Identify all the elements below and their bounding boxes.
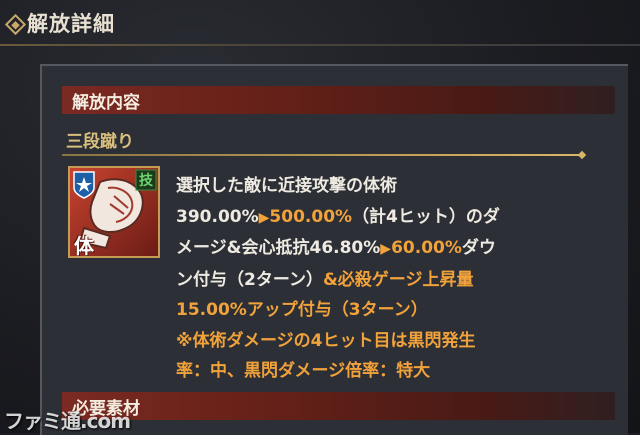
description-text: （計4ヒット）のダ: [352, 206, 500, 227]
skill-icon[interactable]: 技 体: [68, 166, 160, 258]
description-text: ダウ: [461, 238, 496, 258]
description-line: 率：中、黒閃ダメージ倍率：特大: [176, 356, 596, 387]
page-title: 解放詳細: [27, 12, 115, 36]
header: 解放詳細: [0, 0, 640, 50]
highlight-value: 500.00%: [269, 206, 353, 227]
description-line: メージ&会心抵抗46.80%▶60.00%ダウ: [176, 233, 596, 265]
description-line: ※体術ダメージの4ヒット目は黒閃発生: [176, 326, 596, 357]
unlock-content-header: 解放内容: [62, 86, 615, 114]
skill-type-label: 体: [74, 234, 94, 258]
arrow-icon: ▶: [258, 209, 270, 226]
skill-name-divider: [62, 154, 582, 156]
skill-badge: 技: [139, 173, 153, 189]
description-line: 390.00%▶500.00%（計4ヒット）のダ: [176, 202, 596, 234]
highlight-text: 率：中、黒閃ダメージ倍率：特大: [176, 361, 431, 381]
highlight-value: 60.00%: [391, 238, 462, 258]
skill-description: 選択した敵に近接攻撃の体術 390.00%▶500.00%（計4ヒット）のダ メ…: [176, 171, 596, 387]
skill-name: 三段蹴り: [66, 132, 134, 152]
description-text: 選択した敵に近接攻撃の体術: [176, 176, 397, 196]
diamond-icon: [4, 13, 27, 36]
highlight-text: &必殺ゲージ上昇量: [322, 269, 474, 290]
description-line: 15.00%アップ付与（3ターン）: [176, 295, 596, 326]
watermark-logo: ファミ通.com: [4, 409, 131, 433]
header-divider: [0, 44, 640, 46]
required-materials-header: 必要素材: [62, 392, 615, 420]
description-text: 390.00%: [176, 206, 259, 227]
description-line: ン付与（2ターン）&必殺ゲージ上昇量: [176, 265, 596, 296]
section-title: 解放内容: [72, 93, 140, 113]
description-text: ン付与（2ターン）: [176, 269, 323, 290]
highlight-text: ※体術ダメージの4ヒット目は黒閃発生: [176, 330, 476, 351]
description-line: 選択した敵に近接攻撃の体術: [176, 171, 596, 202]
arrow-icon: ▶: [380, 241, 392, 257]
highlight-text: 15.00%アップ付与（3ターン）: [176, 300, 428, 320]
description-text: メージ&会心抵抗46.80%: [176, 238, 381, 258]
